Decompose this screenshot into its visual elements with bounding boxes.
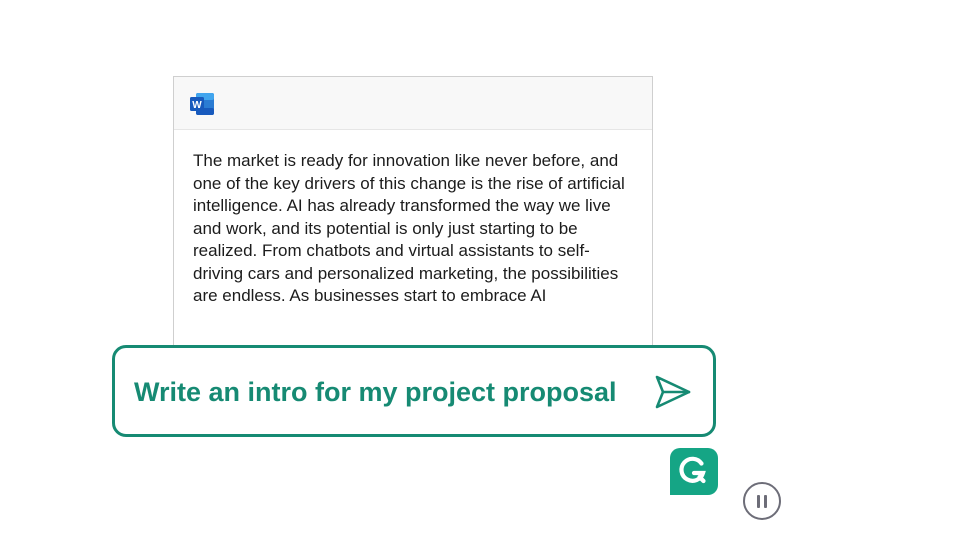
word-icon-letter: W — [192, 100, 202, 111]
pause-button[interactable] — [743, 482, 781, 520]
document-text: The market is ready for innovation like … — [193, 151, 625, 305]
document-header: W — [174, 77, 652, 130]
stage: W The market is ready for innovation lik… — [0, 0, 960, 548]
microsoft-word-icon: W — [190, 93, 214, 115]
prompt-box[interactable]: Write an intro for my project proposal — [112, 345, 716, 437]
grammarly-logo — [670, 448, 718, 495]
send-icon[interactable] — [653, 372, 693, 412]
document-card: W The market is ready for innovation lik… — [173, 76, 653, 366]
prompt-text[interactable]: Write an intro for my project proposal — [134, 377, 617, 408]
